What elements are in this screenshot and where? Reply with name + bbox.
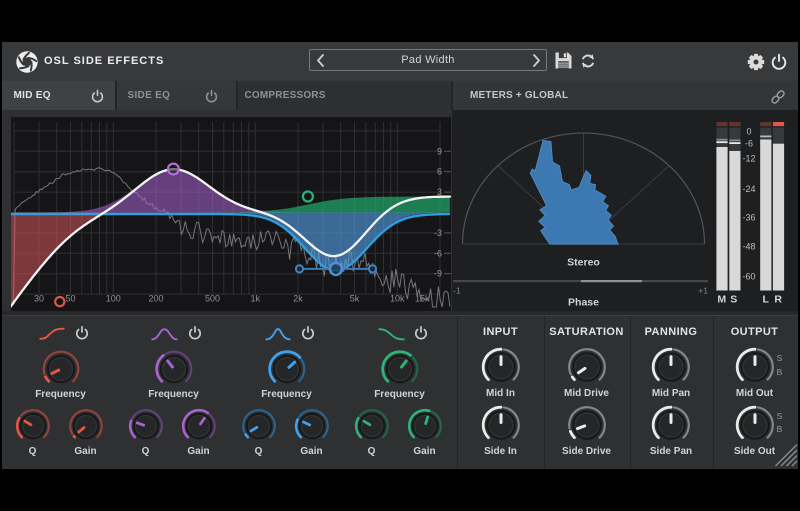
- svg-text:500: 500: [205, 294, 220, 304]
- svg-text:-6: -6: [434, 248, 442, 258]
- svg-text:L: L: [762, 294, 769, 306]
- svg-text:-36: -36: [742, 213, 755, 223]
- svg-text:2k: 2k: [293, 294, 303, 304]
- svg-text:Phase: Phase: [568, 297, 599, 309]
- svg-text:+1: +1: [698, 286, 708, 296]
- svg-text:-9: -9: [434, 269, 442, 279]
- svg-text:M: M: [717, 294, 726, 306]
- svg-text:30: 30: [34, 294, 44, 304]
- svg-text:-48: -48: [742, 242, 755, 252]
- svg-text:-12: -12: [742, 154, 755, 164]
- svg-text:Stereo: Stereo: [567, 257, 600, 269]
- svg-text:200: 200: [148, 294, 163, 304]
- svg-text:-24: -24: [742, 184, 755, 194]
- svg-text:S: S: [730, 294, 737, 306]
- svg-text:10k: 10k: [390, 294, 405, 304]
- svg-text:-1: -1: [453, 286, 461, 296]
- svg-text:-60: -60: [742, 272, 755, 282]
- svg-text:9: 9: [437, 146, 442, 156]
- svg-text:1k: 1k: [251, 294, 261, 304]
- svg-text:50: 50: [65, 294, 75, 304]
- svg-text:5k: 5k: [350, 294, 360, 304]
- svg-text:6: 6: [437, 167, 442, 177]
- svg-text:0: 0: [746, 127, 751, 137]
- svg-text:R: R: [774, 294, 782, 306]
- svg-text:-3: -3: [434, 228, 442, 238]
- svg-text:-6: -6: [745, 139, 753, 149]
- svg-text:100: 100: [106, 294, 121, 304]
